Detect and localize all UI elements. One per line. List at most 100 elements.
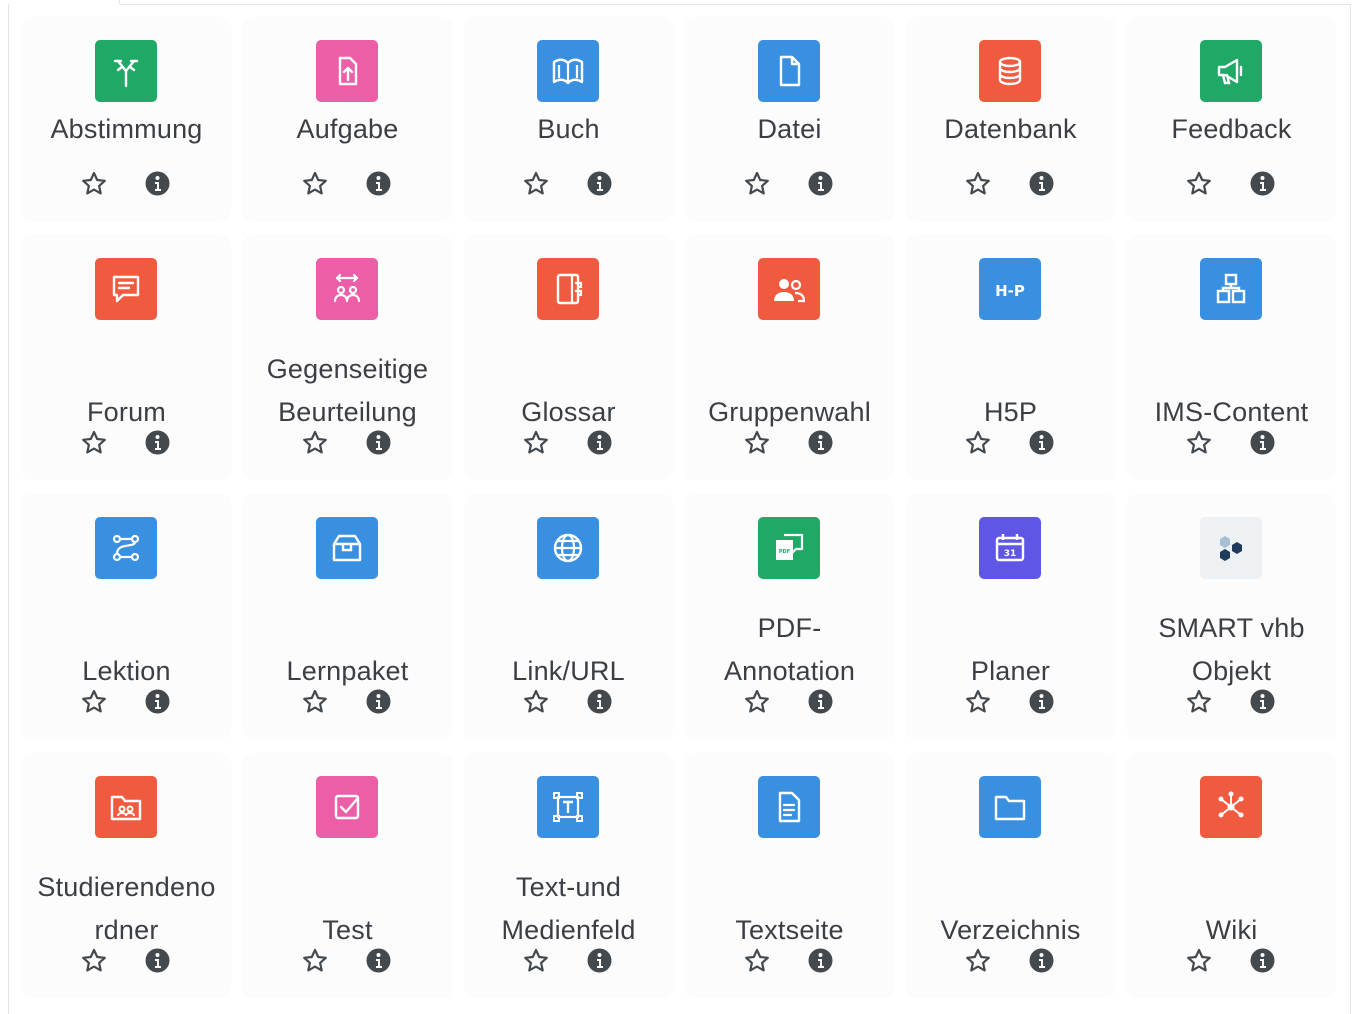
- info-circle-icon[interactable]: [1029, 430, 1054, 455]
- star-outline-icon[interactable]: [1185, 688, 1213, 716]
- activity-card-verzeichnis[interactable]: Verzeichnis: [907, 754, 1114, 997]
- info-circle-icon[interactable]: [366, 430, 391, 455]
- info-circle-icon[interactable]: [1250, 689, 1275, 714]
- info-circle-icon[interactable]: [145, 430, 170, 455]
- info-circle-icon[interactable]: [587, 171, 612, 196]
- activity-card-test[interactable]: Test: [244, 754, 451, 997]
- activity-label-line: Forum: [86, 397, 166, 427]
- info-circle-icon[interactable]: [1029, 948, 1054, 973]
- info-circle-icon[interactable]: [366, 948, 391, 973]
- activity-label: Studierendeno rdner: [23, 866, 230, 952]
- info-circle-icon[interactable]: [808, 948, 833, 973]
- activity-card-ims-content[interactable]: IMS-Content: [1128, 236, 1335, 479]
- info-circle-icon[interactable]: [145, 171, 170, 196]
- info-circle-icon[interactable]: [587, 430, 612, 455]
- svg-text:PDF: PDF: [779, 549, 790, 555]
- star-outline-icon[interactable]: [743, 170, 771, 198]
- activity-card-planer[interactable]: 31 Planer: [907, 495, 1114, 738]
- activity-card-datei[interactable]: Datei: [686, 18, 893, 220]
- activity-label: Datei: [686, 108, 893, 151]
- activity-label-line: Aufgabe: [296, 114, 399, 144]
- star-outline-icon[interactable]: [743, 688, 771, 716]
- card-actions: [465, 947, 672, 975]
- star-outline-icon[interactable]: [743, 429, 771, 457]
- choice-icon: [95, 40, 157, 102]
- activity-label: Textseite: [686, 909, 893, 952]
- activity-label: IMS-Content: [1128, 391, 1335, 434]
- activity-card-wiki[interactable]: Wiki: [1128, 754, 1335, 997]
- pdf-annotation-icon: PDF: [758, 517, 820, 579]
- activity-label-line: Studierendeno: [37, 872, 216, 902]
- activity-card-forum[interactable]: Forum: [23, 236, 230, 479]
- star-outline-icon[interactable]: [80, 170, 108, 198]
- card-actions: [907, 947, 1114, 975]
- star-outline-icon[interactable]: [522, 688, 550, 716]
- activity-card-abstimmung[interactable]: Abstimmung: [23, 18, 230, 220]
- info-circle-icon[interactable]: [1250, 948, 1275, 973]
- star-outline-icon[interactable]: [80, 688, 108, 716]
- star-outline-icon[interactable]: [1185, 947, 1213, 975]
- info-circle-icon[interactable]: [1029, 689, 1054, 714]
- activity-label-line: Glossar: [521, 397, 616, 427]
- activity-card-link-url[interactable]: Link/URL: [465, 495, 672, 738]
- info-circle-icon[interactable]: [808, 430, 833, 455]
- text-media-icon: [537, 776, 599, 838]
- activity-card-lernpaket[interactable]: Lernpaket: [244, 495, 451, 738]
- card-actions: [244, 688, 451, 716]
- star-outline-icon[interactable]: [80, 947, 108, 975]
- info-circle-icon[interactable]: [366, 171, 391, 196]
- activity-card-textseite[interactable]: Textseite: [686, 754, 893, 997]
- ims-icon: [1200, 258, 1262, 320]
- card-actions: [23, 429, 230, 457]
- star-outline-icon[interactable]: [964, 947, 992, 975]
- activity-card-buch[interactable]: Buch: [465, 18, 672, 220]
- activity-label-line: Link/URL: [512, 656, 625, 686]
- activity-card-smart-vhb-objekt[interactable]: SMART vhb Objekt: [1128, 495, 1335, 738]
- info-circle-icon[interactable]: [1029, 171, 1054, 196]
- forum-icon: [95, 258, 157, 320]
- star-outline-icon[interactable]: [301, 688, 329, 716]
- activity-card-glossar[interactable]: Glossar: [465, 236, 672, 479]
- star-outline-icon[interactable]: [80, 429, 108, 457]
- activity-label: Forum: [23, 391, 230, 434]
- card-actions: [23, 688, 230, 716]
- info-circle-icon[interactable]: [587, 948, 612, 973]
- star-outline-icon[interactable]: [1185, 170, 1213, 198]
- star-outline-icon[interactable]: [301, 429, 329, 457]
- activity-card-feedback[interactable]: Feedback: [1128, 18, 1335, 220]
- star-outline-icon[interactable]: [522, 947, 550, 975]
- star-outline-icon[interactable]: [964, 688, 992, 716]
- activity-card-aufgabe[interactable]: Aufgabe: [244, 18, 451, 220]
- info-circle-icon[interactable]: [145, 689, 170, 714]
- star-outline-icon[interactable]: [1185, 429, 1213, 457]
- star-outline-icon[interactable]: [522, 170, 550, 198]
- activity-card-lektion[interactable]: Lektion: [23, 495, 230, 738]
- info-circle-icon[interactable]: [366, 689, 391, 714]
- activity-card-datenbank[interactable]: Datenbank: [907, 18, 1114, 220]
- star-outline-icon[interactable]: [301, 170, 329, 198]
- star-outline-icon[interactable]: [743, 947, 771, 975]
- activity-label: PDF- Annotation: [686, 607, 893, 693]
- activity-card-pdf-annotation[interactable]: PDF PDF- Annotation: [686, 495, 893, 738]
- star-outline-icon[interactable]: [522, 429, 550, 457]
- info-circle-icon[interactable]: [1250, 430, 1275, 455]
- star-outline-icon[interactable]: [964, 429, 992, 457]
- activity-card-gegenseitige-beurteilung[interactable]: Gegenseitige Beurteilung: [244, 236, 451, 479]
- package-icon: [316, 517, 378, 579]
- activity-card-studierendenordner[interactable]: Studierendeno rdner: [23, 754, 230, 997]
- info-circle-icon[interactable]: [1250, 171, 1275, 196]
- star-outline-icon[interactable]: [301, 947, 329, 975]
- star-outline-icon[interactable]: [964, 170, 992, 198]
- workshop-icon: [316, 258, 378, 320]
- glossary-icon: [537, 258, 599, 320]
- info-circle-icon[interactable]: [808, 689, 833, 714]
- info-circle-icon[interactable]: [587, 689, 612, 714]
- info-circle-icon[interactable]: [808, 171, 833, 196]
- activity-label: Verzeichnis: [907, 909, 1114, 952]
- page-icon: [758, 776, 820, 838]
- activity-card-gruppenwahl[interactable]: Gruppenwahl: [686, 236, 893, 479]
- info-circle-icon[interactable]: [145, 948, 170, 973]
- activity-card-h5p[interactable]: H-P H5P: [907, 236, 1114, 479]
- activity-card-text-und-medienfeld[interactable]: Text-und Medienfeld: [465, 754, 672, 997]
- card-actions: [907, 170, 1114, 198]
